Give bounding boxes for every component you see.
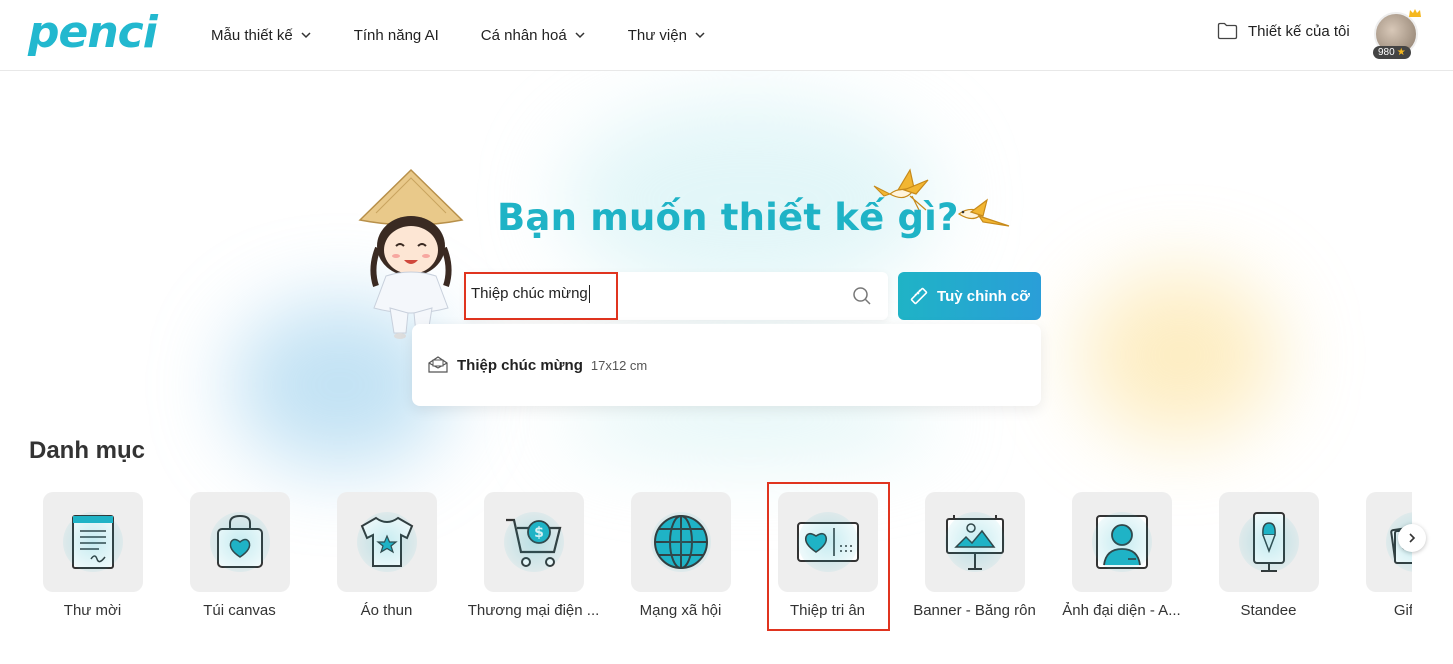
bg-blob-yellow: [1080, 270, 1280, 440]
suggestion-item[interactable]: Thiệp chúc mừng 17x12 cm: [427, 356, 647, 374]
nav-item-label: Thư viện: [627, 26, 687, 44]
category-label: Banner - Băng rôn: [913, 602, 1036, 619]
nav-item-label: Cá nhân hoá: [480, 26, 567, 44]
carousel-next-button[interactable]: [1398, 524, 1426, 552]
crown-icon: [1409, 9, 1421, 17]
category-tile: [924, 492, 1025, 592]
chevron-down-icon: [301, 32, 311, 39]
nav-item-label: Tính năng AI: [353, 26, 439, 44]
nav-item-label: Mẫu thiết kế: [211, 26, 293, 44]
category-item[interactable]: Ảnh đại diện - A...: [1048, 492, 1195, 619]
custom-size-label: Tuỳ chỉnh cỡ: [937, 287, 1030, 305]
main-nav: Mẫu thiết kế Tính năng AI Cá nhân hoá Th…: [211, 24, 748, 46]
category-item[interactable]: Standee: [1195, 492, 1342, 619]
category-item[interactable]: Thư mời: [19, 492, 166, 619]
folder-icon: [1217, 22, 1238, 40]
suggestion-title: Thiệp chúc mừng: [457, 356, 583, 374]
category-label: Túi canvas: [203, 602, 276, 619]
category-item[interactable]: Mạng xã hội: [607, 492, 754, 619]
points-badge: 980 ★: [1373, 46, 1411, 59]
nav-item-ai-features[interactable]: Tính năng AI: [354, 24, 439, 46]
category-highlight-box: [767, 482, 890, 631]
my-designs-label: Thiết kế của tôi: [1248, 22, 1350, 40]
chevron-right-icon: [1409, 533, 1416, 543]
points-value: 980: [1378, 47, 1395, 58]
penci-logo[interactable]: penci: [28, 8, 158, 58]
chevron-down-icon: [695, 32, 705, 39]
category-label: Ảnh đại diện - A...: [1062, 602, 1181, 619]
category-tile: [42, 492, 143, 592]
category-item[interactable]: Áo thun: [313, 492, 460, 619]
category-item[interactable]: Gift vo: [1342, 492, 1412, 619]
nav-item-templates[interactable]: Mẫu thiết kế: [211, 24, 312, 46]
category-label: Mạng xã hội: [639, 602, 722, 619]
category-tile: $: [483, 492, 584, 592]
nav-item-personalize[interactable]: Cá nhân hoá: [481, 24, 586, 46]
category-label: Áo thun: [360, 602, 413, 619]
my-designs-link[interactable]: Thiết kế của tôi: [1217, 22, 1350, 40]
nav-item-library[interactable]: Thư viện: [628, 24, 706, 46]
search-highlight-box: [464, 272, 618, 320]
category-item[interactable]: $ Thương mại điện ...: [460, 492, 607, 619]
category-label: Standee: [1240, 602, 1297, 619]
categories-title: Danh mục: [29, 437, 146, 464]
mascot-girl-illustration: [358, 168, 464, 339]
ruler-icon: [910, 287, 928, 305]
search-icon[interactable]: [852, 286, 872, 306]
category-label: Thư mời: [63, 602, 122, 619]
category-label: Thương mại điện ...: [467, 602, 600, 619]
category-tile: [1071, 492, 1172, 592]
bird-illustration: [957, 198, 1010, 227]
top-header: penci Mẫu thiết kế Tính năng AI Cá nhân …: [0, 0, 1453, 71]
category-item[interactable]: Banner - Băng rôn: [901, 492, 1048, 619]
star-icon: ★: [1396, 47, 1406, 58]
category-tile: [1218, 492, 1319, 592]
custom-size-button[interactable]: Tuỳ chỉnh cỡ: [898, 272, 1041, 320]
category-tile: [630, 492, 731, 592]
suggestion-size: 17x12 cm: [590, 357, 648, 373]
category-tile: [336, 492, 437, 592]
hero-title: Bạn muốn thiết kế gì?: [497, 196, 959, 239]
category-tile: [189, 492, 290, 592]
envelope-icon: [428, 356, 448, 373]
chevron-down-icon: [575, 32, 585, 39]
category-carousel: Thư mời Túi canvas Áo thun $ Thương mại …: [0, 492, 1412, 632]
category-label: Gift vo: [1393, 602, 1412, 619]
category-item[interactable]: Túi canvas: [166, 492, 313, 619]
